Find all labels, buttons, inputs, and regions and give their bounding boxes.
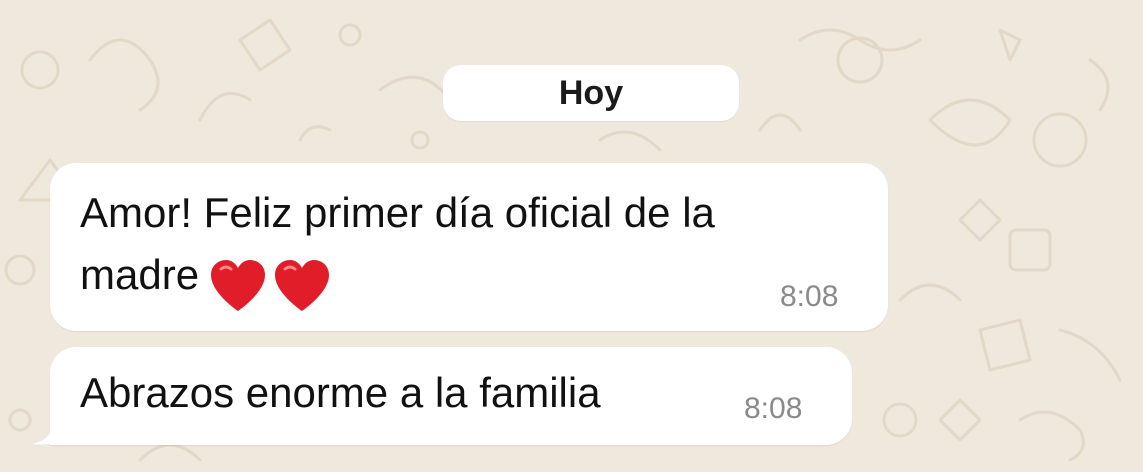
message-text-fragment: madre — [80, 251, 200, 298]
message-text: Amor! Feliz primer día oficial de la mad… — [80, 182, 860, 314]
message-text: Abrazos enorme a la familia — [80, 369, 601, 416]
message-timestamp: 8:08 — [744, 392, 803, 425]
message-text-line: Amor! Feliz primer día oficial de la — [80, 189, 715, 236]
date-separator: Hoy — [443, 65, 739, 121]
message-timestamp: 8:08 — [780, 280, 839, 313]
message-text-line: madre — [80, 244, 860, 314]
date-separator-label: Hoy — [558, 73, 624, 112]
heart-icon — [275, 259, 330, 311]
heart-icon — [211, 259, 266, 311]
emoji-group — [209, 252, 337, 314]
